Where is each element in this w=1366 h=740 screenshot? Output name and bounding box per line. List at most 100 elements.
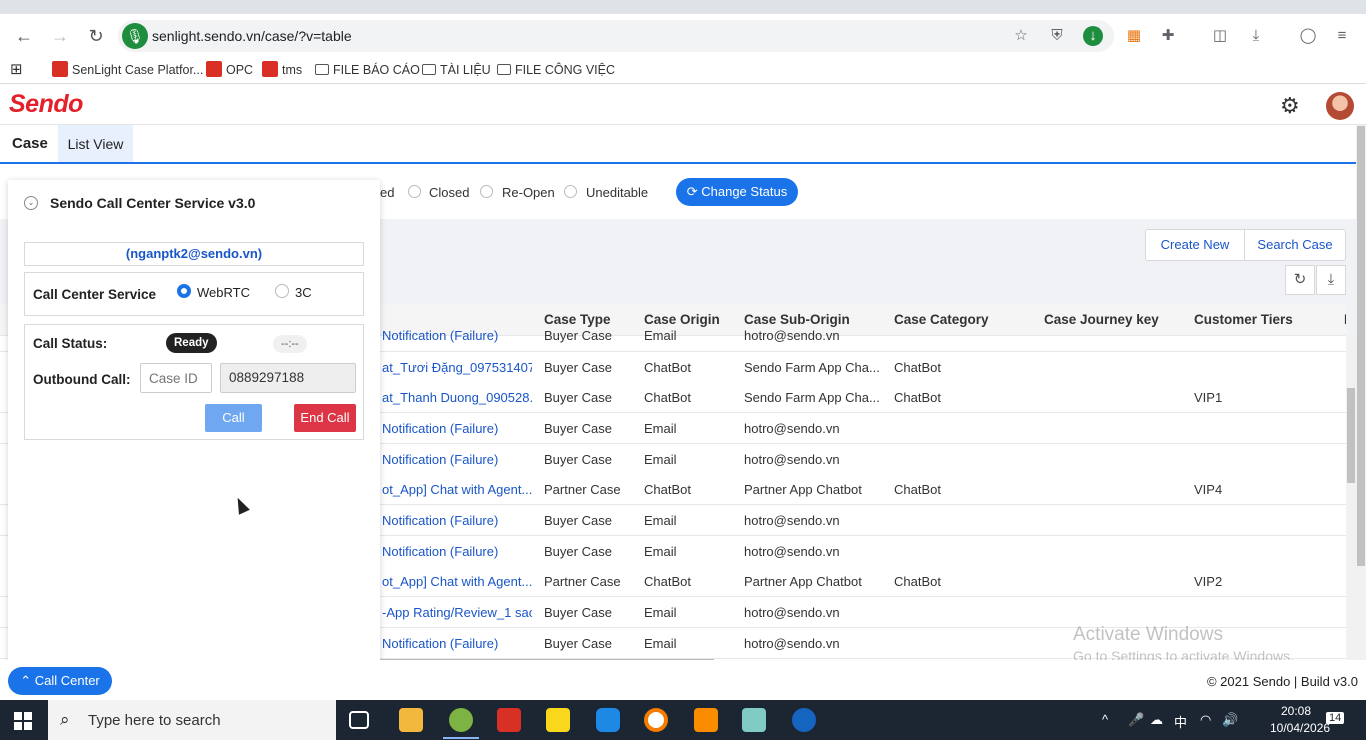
chevron-down-icon[interactable]: ⌄: [24, 196, 38, 210]
windows-start-icon[interactable]: [14, 712, 32, 730]
cell-sub-origin: hotro@sendo.vn: [744, 544, 840, 559]
col-partial[interactable]: Pa: [1344, 312, 1346, 327]
puzzle-icon[interactable]: ✚: [1158, 26, 1178, 46]
cell-subject[interactable]: Notification (Failure): [382, 452, 532, 467]
table-scrollbar-thumb[interactable]: [1347, 388, 1355, 483]
service-selector: Call Center Service WebRTC 3C: [24, 272, 364, 316]
download-extension-icon[interactable]: ↓: [1083, 26, 1103, 46]
wps-icon[interactable]: [497, 708, 521, 732]
bookmark-file-bao-cao[interactable]: FILE BÁO CÁO: [315, 60, 420, 80]
cell-type: Buyer Case: [544, 360, 612, 375]
downloads-icon[interactable]: ⤓: [1246, 26, 1266, 46]
shield-icon[interactable]: ⛨: [1047, 26, 1067, 46]
wifi-icon[interactable]: ◠: [1200, 712, 1211, 728]
cell-origin: ChatBot: [644, 574, 691, 589]
tab-case[interactable]: Case: [12, 135, 48, 152]
sticky-notes-icon[interactable]: [546, 708, 570, 732]
split-view-icon[interactable]: ◫: [1210, 26, 1230, 46]
radio-closed-label: Closed: [429, 185, 470, 200]
page-scrollbar-thumb[interactable]: [1357, 126, 1365, 566]
cell-subject[interactable]: Notification (Failure): [382, 421, 532, 436]
cloud-icon[interactable]: ☁: [1150, 712, 1163, 728]
zalo-icon[interactable]: [596, 708, 620, 732]
case-id-input[interactable]: [140, 363, 212, 393]
edge-icon[interactable]: [792, 708, 816, 732]
radio-closed[interactable]: [408, 185, 421, 198]
tab-list-view[interactable]: List View: [58, 125, 133, 162]
cell-sub-origin: hotro@sendo.vn: [744, 636, 840, 651]
cell-subject[interactable]: ot_App] Chat with Agent...: [382, 482, 532, 497]
download-icon[interactable]: ⤓: [1316, 265, 1346, 295]
radio-uneditable-label: Uneditable: [586, 185, 649, 200]
sendo-logo[interactable]: Sendo: [9, 90, 83, 119]
end-call-button[interactable]: End Call: [294, 404, 356, 432]
radio-reopen[interactable]: [480, 185, 493, 198]
change-status-button[interactable]: ⟳ Change Status: [676, 178, 798, 206]
cell-subject[interactable]: Notification (Failure): [382, 328, 532, 343]
gear-icon[interactable]: ⚙: [1280, 93, 1300, 119]
cell-subject[interactable]: -App Rating/Review_1 sao: [382, 605, 532, 620]
call-button[interactable]: Call: [205, 404, 262, 432]
radio-webrtc[interactable]: [177, 284, 191, 298]
back-icon[interactable]: ←: [12, 24, 36, 48]
radio-uneditable[interactable]: [564, 185, 577, 198]
chrome-icon[interactable]: [443, 708, 479, 739]
notification-icon[interactable]: 14: [1326, 712, 1345, 724]
mic-icon[interactable]: 🎙: [122, 23, 148, 49]
table-scrollbar[interactable]: [1346, 336, 1356, 660]
call-center-toggle-button[interactable]: ⌃ Call Center: [8, 667, 112, 695]
phone-number-field[interactable]: 0889297188: [220, 363, 356, 393]
cell-subject[interactable]: at_Tươi Đặng_0975314070: [382, 360, 532, 375]
cell-subject[interactable]: at_Thanh Duong_090528...: [382, 390, 532, 405]
col-case-origin[interactable]: Case Origin: [644, 312, 720, 327]
cell-type: Buyer Case: [544, 390, 612, 405]
cell-subject[interactable]: Notification (Failure): [382, 513, 532, 528]
forward-icon[interactable]: →: [48, 24, 72, 48]
filter-label-partial: ed: [380, 185, 395, 200]
cell-type: Partner Case: [544, 482, 621, 497]
clock[interactable]: 20:08 10/04/2026: [1270, 703, 1330, 737]
ime-icon[interactable]: 中: [1174, 712, 1187, 731]
col-case-sub-origin[interactable]: Case Sub-Origin: [744, 312, 850, 327]
cell-tier: VIP2: [1194, 574, 1223, 589]
col-customer-tiers[interactable]: Customer Tiers: [1194, 312, 1293, 327]
cell-type: Buyer Case: [544, 605, 612, 620]
profile-icon[interactable]: ◯: [1298, 26, 1318, 46]
file-explorer-icon[interactable]: [399, 708, 423, 732]
apps-icon[interactable]: ⊞: [10, 60, 23, 80]
search-case-button[interactable]: Search Case: [1245, 230, 1345, 260]
chevron-up-icon[interactable]: ^: [1102, 712, 1108, 727]
menu-icon[interactable]: ≡: [1332, 26, 1352, 46]
reload-icon[interactable]: ↻: [84, 24, 108, 48]
taskbar-search[interactable]: ⌕ Type here to search: [48, 700, 336, 740]
cell-sub-origin: hotro@sendo.vn: [744, 513, 840, 528]
cell-subject[interactable]: Notification (Failure): [382, 636, 532, 651]
sublime-icon[interactable]: [694, 708, 718, 732]
bookmark-file-cong-viec[interactable]: FILE CÔNG VIỆC: [497, 60, 615, 80]
avatar[interactable]: [1326, 92, 1354, 120]
mic-icon[interactable]: 🎤: [1128, 712, 1144, 728]
col-case-journey-key[interactable]: Case Journey key: [1044, 312, 1159, 327]
volume-icon[interactable]: 🔊: [1222, 712, 1238, 728]
refresh-icon[interactable]: ↻: [1285, 265, 1315, 295]
radio-3c[interactable]: [275, 284, 289, 298]
task-view-icon[interactable]: [349, 711, 369, 729]
cell-sub-origin: Sendo Farm App Cha...: [744, 390, 880, 405]
app-icon[interactable]: [742, 708, 766, 732]
cell-sub-origin: hotro@sendo.vn: [744, 421, 840, 436]
bookmark-tai-lieu[interactable]: TÀI LIỆU: [422, 60, 491, 80]
cell-category: ChatBot: [894, 360, 941, 375]
cell-origin: Email: [644, 452, 677, 467]
bookmark-star-icon[interactable]: ☆: [1011, 26, 1031, 46]
extension-icon[interactable]: ▦: [1124, 26, 1144, 46]
bookmark-senlight[interactable]: SenLight Case Platfor...: [52, 60, 203, 80]
bookmark-opc[interactable]: OPC: [206, 60, 253, 80]
cell-subject[interactable]: ot_App] Chat with Agent...: [382, 574, 532, 589]
cell-subject[interactable]: Notification (Failure): [382, 544, 532, 559]
bookmark-tms[interactable]: tms: [262, 60, 302, 80]
create-new-button[interactable]: Create New: [1146, 230, 1245, 260]
col-case-category[interactable]: Case Category: [894, 312, 989, 327]
app-ring-icon[interactable]: [644, 708, 668, 732]
col-case-type[interactable]: Case Type: [544, 312, 611, 327]
address-bar[interactable]: 🎙 senlight.sendo.vn/case/?v=table ☆ ⛨ ↓: [118, 20, 1114, 52]
